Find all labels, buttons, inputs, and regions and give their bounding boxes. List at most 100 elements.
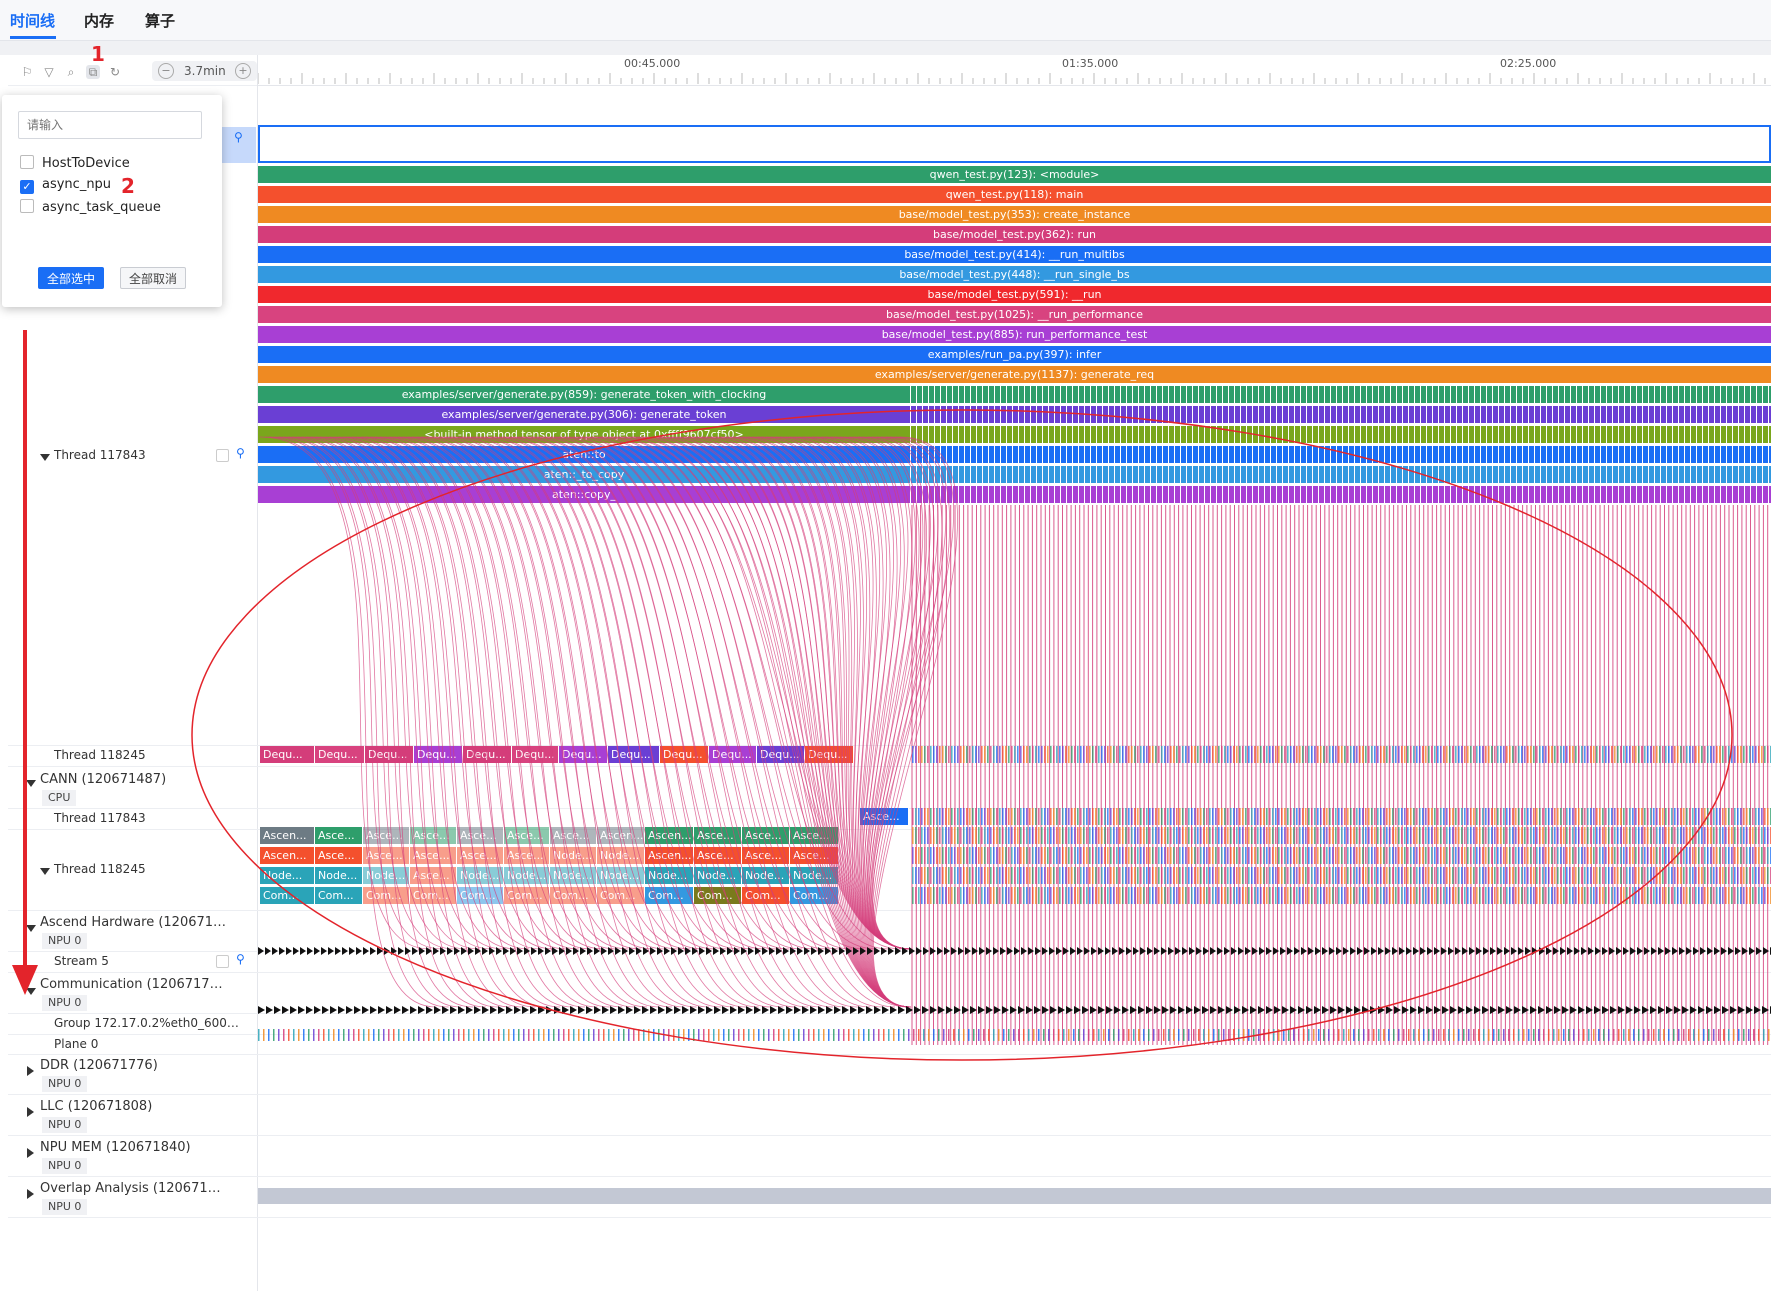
mini-slice xyxy=(1146,887,1148,904)
mini-slice xyxy=(1638,867,1640,884)
mini-slice xyxy=(1764,847,1766,864)
arrow-head xyxy=(378,1006,385,1014)
mini-slice xyxy=(1632,746,1634,763)
mini-slice xyxy=(1167,827,1169,844)
arrow-head xyxy=(1290,1006,1297,1014)
mini-slice xyxy=(1197,827,1199,844)
mini-slice xyxy=(1299,867,1301,884)
mini-slice xyxy=(1125,808,1127,825)
mini-slice xyxy=(1119,867,1121,884)
mini-slice xyxy=(942,867,944,884)
mini-slice xyxy=(915,847,917,864)
mini-slice xyxy=(1533,847,1535,864)
mini-slice xyxy=(1278,808,1280,825)
mini-slice xyxy=(1299,808,1301,825)
mini-slice xyxy=(1578,887,1580,904)
mini-slice xyxy=(1134,847,1136,864)
mini-slice xyxy=(1734,847,1736,864)
mini-slice xyxy=(948,847,950,864)
mini-slice xyxy=(990,827,992,844)
comm-slice xyxy=(1483,1029,1485,1041)
arrow-head xyxy=(1242,1006,1249,1014)
mini-slice xyxy=(1728,847,1730,864)
mini-slice xyxy=(1611,847,1613,864)
comm-slice xyxy=(553,1029,555,1041)
mini-slice xyxy=(1239,847,1241,864)
mini-slice xyxy=(1026,827,1028,844)
mini-slice xyxy=(1746,808,1748,825)
mini-slice xyxy=(1122,827,1124,844)
comm-slice xyxy=(1143,1029,1145,1041)
mini-slice xyxy=(1275,827,1277,844)
mini-slice xyxy=(1743,827,1745,844)
filter-option[interactable]: HostToDevice xyxy=(20,155,130,171)
mini-slice xyxy=(1650,808,1652,825)
mini-slice xyxy=(1266,808,1268,825)
arrow-head xyxy=(858,1006,865,1014)
mini-slice xyxy=(1368,887,1370,904)
mini-slice xyxy=(1530,887,1532,904)
filter-search-input[interactable] xyxy=(18,111,202,139)
mini-slice xyxy=(1533,808,1535,825)
mini-slice xyxy=(1668,847,1670,864)
mini-slice xyxy=(1749,887,1751,904)
arrow-head xyxy=(322,1006,329,1014)
mini-slice xyxy=(1401,867,1403,884)
comm-slice xyxy=(353,1029,355,1041)
select-all-button[interactable]: 全部选中 xyxy=(38,267,104,289)
comm-slice xyxy=(558,1029,560,1041)
mini-slice xyxy=(1605,746,1607,763)
comm-slice xyxy=(1473,1029,1475,1041)
filter-option[interactable]: ✓ async_npu xyxy=(20,177,111,194)
mini-slice xyxy=(1008,887,1010,904)
arrow-head xyxy=(258,947,264,955)
arrow-head xyxy=(426,947,432,955)
comm-slice xyxy=(333,1029,335,1041)
mini-slice xyxy=(1515,808,1517,825)
mini-slice xyxy=(1554,827,1556,844)
mini-slice xyxy=(1551,746,1553,763)
mini-slice xyxy=(1335,827,1337,844)
arrow-head xyxy=(586,1006,593,1014)
mini-slice xyxy=(984,808,986,825)
deselect-all-button[interactable]: 全部取消 xyxy=(120,267,186,289)
mini-slice xyxy=(1239,867,1241,884)
mini-slice xyxy=(1764,746,1766,763)
mini-slice xyxy=(1500,867,1502,884)
mini-slice xyxy=(1398,867,1400,884)
filter-option[interactable]: async_task_queue xyxy=(20,199,161,215)
mini-slice xyxy=(969,887,971,904)
mini-slice xyxy=(1182,808,1184,825)
mini-slice xyxy=(1215,887,1217,904)
mini-slice xyxy=(1464,887,1466,904)
mini-slice xyxy=(1251,746,1253,763)
arrow-head xyxy=(1490,1006,1497,1014)
comm-slice xyxy=(813,1029,815,1041)
mini-slice xyxy=(1611,808,1613,825)
mini-slice xyxy=(1407,887,1409,904)
comm-slice xyxy=(1598,1029,1600,1041)
mini-slice xyxy=(1152,808,1154,825)
mini-slice xyxy=(1017,847,1019,864)
mini-slice xyxy=(1605,827,1607,844)
arrow-head xyxy=(279,947,285,955)
mini-slice xyxy=(936,867,938,884)
mini-slice xyxy=(1578,847,1580,864)
checkbox[interactable] xyxy=(20,199,34,213)
mini-slice xyxy=(1218,746,1220,763)
mini-slice xyxy=(1170,847,1172,864)
mini-slice xyxy=(1677,867,1679,884)
mini-slice xyxy=(1122,887,1124,904)
comm-slice xyxy=(1433,1029,1435,1041)
mini-slice xyxy=(1224,746,1226,763)
mini-slice xyxy=(1080,808,1082,825)
mini-slice xyxy=(1581,867,1583,884)
checkbox-checked[interactable]: ✓ xyxy=(20,180,34,194)
checkbox[interactable] xyxy=(20,155,34,169)
arrow-head xyxy=(622,947,628,955)
mini-slice xyxy=(1668,746,1670,763)
mini-slice xyxy=(1386,847,1388,864)
mini-slice xyxy=(1605,887,1607,904)
comm-slice xyxy=(973,1029,975,1041)
filter-option-label: HostToDevice xyxy=(42,156,130,171)
